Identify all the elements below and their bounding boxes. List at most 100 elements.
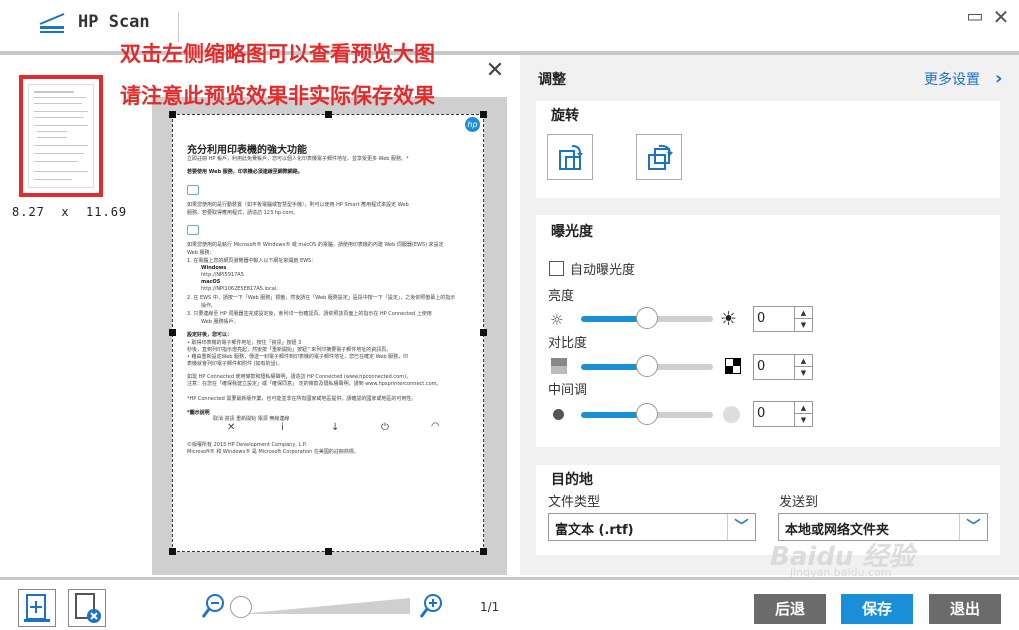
back-button[interactable]: 后退 [754, 594, 826, 624]
thumbnail-page-image [28, 84, 94, 188]
page-count: 1/1 [480, 600, 500, 614]
rotate-right-button[interactable] [636, 134, 682, 180]
document-line: 2. 在 EWS 中，請按一下「Web 服務」標籤，然後請在「Web 服務設定」… [187, 295, 456, 301]
document-line: • 取得印表機的電子郵件地址，按住「資訊」按鈕 3 [187, 340, 302, 346]
stepper-up-icon[interactable]: ▲ [794, 355, 812, 367]
document-line: 若要使用 Web 服務，印表機必須連線至網際網路。 [187, 169, 303, 175]
thumb-line [34, 103, 82, 104]
info-icon: i [281, 422, 284, 433]
document-line: 秒後，直到列印指示燈亮起，然後按「重新開始」按鈕^來列印摘要電子郵件地址的資訊頁… [187, 347, 392, 353]
minimize-icon[interactable]: ▭ [966, 8, 984, 26]
chevron-right-icon[interactable]: › [995, 68, 1002, 89]
document-line: 1. 在電腦上您的網頁瀏覽器中輸入以下網址來開啟 EWS： [187, 258, 317, 264]
save-button[interactable]: 保存 [841, 594, 913, 624]
document-line: http://NPI1062E5E817A5.local. [201, 286, 278, 292]
power-icon: ⏻ [381, 422, 389, 433]
page-thumbnail[interactable] [19, 75, 103, 197]
crop-handle[interactable] [169, 548, 176, 555]
add-page-button[interactable] [18, 589, 56, 627]
stepper-down-icon[interactable]: ▼ [794, 414, 812, 426]
destination-title: 目的地 [551, 472, 593, 488]
zoom-out-icon[interactable] [201, 592, 227, 620]
thumb-line [34, 91, 74, 93]
thumb-line [34, 171, 88, 172]
thumb-line [37, 131, 67, 132]
scanner-logo-icon [39, 13, 65, 33]
rotate-title: 旋转 [551, 108, 579, 124]
document-line: 立即註冊 HP 帳戶，利用此免費帳戶，您可以個人化印表機電子郵件地址、並享受更多… [187, 156, 409, 162]
contrast-value: 0 [757, 359, 766, 374]
thumb-line [37, 137, 67, 138]
hp-logo-icon: hp [465, 117, 480, 132]
delete-page-icon [75, 593, 101, 623]
brightness-slider-thumb[interactable] [636, 307, 658, 329]
zoom-slider-thumb[interactable] [230, 596, 252, 618]
midtone-stepper[interactable]: 0 ▲ ▼ [753, 401, 813, 427]
app-title: HP Scan [78, 12, 150, 32]
contrast-label: 对比度 [548, 336, 588, 351]
close-window-icon[interactable]: ✕ [992, 7, 1010, 27]
document-line: http://NPI5917A5 [201, 272, 244, 278]
document-line: ©版權所有 2015 HP Development Company, L.P. [187, 442, 307, 448]
document-line: Web 服務帳戶。 [201, 319, 239, 325]
thumb-line [34, 97, 86, 98]
more-settings-link[interactable]: 更多设置 [924, 69, 980, 89]
resume-icon: ↓ [331, 422, 340, 433]
thumb-line [34, 153, 84, 154]
brightness-value: 0 [757, 311, 766, 326]
brightness-label: 亮度 [548, 289, 575, 304]
brightness-stepper[interactable]: 0 ▲ ▼ [753, 306, 813, 332]
zoom-slider[interactable] [240, 598, 410, 614]
crop-handle[interactable] [325, 111, 332, 118]
document-line: 表機就會列印電子郵件和附件 (如有的話)。 [187, 361, 283, 367]
thumbnail-panel: 8.27 x 11.69 [0, 55, 150, 575]
cancel-icon: ✕ [227, 422, 236, 433]
stepper-up-icon[interactable]: ▲ [794, 307, 812, 319]
crop-handle[interactable] [169, 329, 176, 336]
document-line: Web 服務： [187, 250, 215, 256]
exposure-title: 曝光度 [551, 224, 593, 240]
contrast-stepper[interactable]: 0 ▲ ▼ [753, 354, 813, 380]
thumb-line [34, 125, 88, 126]
contrast-slider[interactable] [581, 355, 713, 377]
page-size-label: 8.27 x 11.69 [12, 205, 128, 219]
icon-legend-labels: 取消 資訊 重新開始 電源 無線連線 [213, 416, 290, 422]
chevron-down-icon[interactable]: ﹀ [959, 514, 987, 540]
document-line: *HP Connected 需要最新版作業，也可能並非在所有國家或地區提供，請確… [187, 396, 417, 402]
crop-handle[interactable] [325, 548, 332, 555]
stepper-down-icon[interactable]: ▼ [794, 319, 812, 331]
document-title: 充分利用印表機的強大功能 [187, 145, 307, 156]
crop-handle[interactable] [480, 329, 487, 336]
brightness-high-icon: ☀ [720, 308, 738, 330]
crop-handle[interactable] [480, 111, 487, 118]
brightness-slider[interactable] [581, 307, 713, 329]
thumb-line [34, 117, 84, 118]
stepper-down-icon[interactable]: ▼ [794, 367, 812, 379]
wireless-icon: ◠ [431, 421, 440, 432]
contrast-slider-thumb[interactable] [636, 355, 658, 377]
exposure-section: 曝光度 自动曝光度 亮度 ☼ ☀ 0 ▲ ▼ 对比度 0 ▲ ▼ 中间调 0 ▲… [536, 215, 1000, 447]
close-preview-icon[interactable]: ✕ [484, 60, 506, 82]
rotate-left-button[interactable] [547, 134, 593, 180]
zoom-in-icon[interactable] [419, 592, 445, 620]
file-type-label: 文件类型 [548, 495, 601, 510]
midtone-slider-thumb[interactable] [636, 403, 658, 425]
delete-page-button[interactable] [68, 589, 106, 627]
midtone-slider[interactable] [581, 403, 713, 425]
document-line: 如果您使用的是執行 Microsoft® Windows® 或 macOS 的電… [187, 242, 444, 248]
auto-exposure-checkbox[interactable] [549, 261, 564, 276]
crop-handle[interactable] [169, 111, 176, 118]
chevron-down-icon[interactable]: ﹀ [727, 514, 755, 540]
preview-page[interactable]: hp 充分利用印表機的強大功能 立即註冊 HP 帳戶，利用此免費帳戶，您可以個人… [169, 111, 487, 555]
exit-button[interactable]: 退出 [929, 594, 1001, 624]
printer-icon [187, 185, 199, 195]
document-line: Microsoft® 和 Windows® 是 Microsoft Corpor… [187, 449, 359, 455]
document-line: 設定好後，您可以： [187, 332, 233, 338]
file-type-select[interactable]: 富文本 (.rtf) ﹀ [548, 513, 756, 541]
stepper-up-icon[interactable]: ▲ [794, 402, 812, 414]
brightness-low-icon: ☼ [550, 311, 564, 329]
rotate-right-icon [648, 144, 673, 170]
crop-handle[interactable] [480, 548, 487, 555]
thumb-line [34, 111, 88, 112]
rotate-section: 旋转 [536, 101, 1000, 198]
